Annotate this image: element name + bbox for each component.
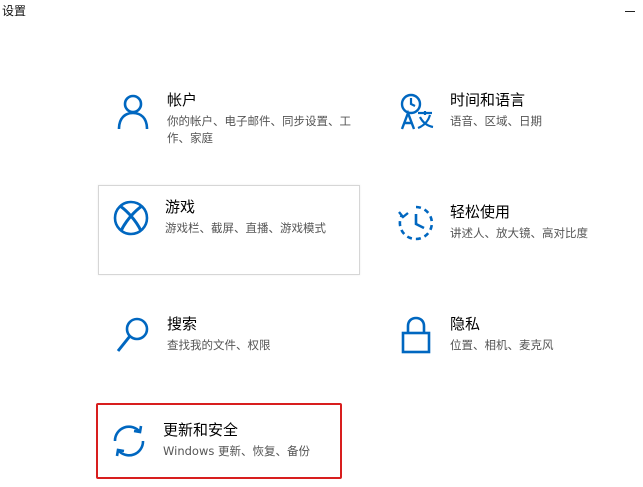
search-icon [113,315,153,355]
settings-window: 设置 帐户 你的帐户、电子邮件、同步设置、工作、家庭 时间和语言 语音、区域、日… [0,0,643,487]
time-language-icon [396,91,436,131]
tile-description: 游戏栏、截屏、直播、游戏模式 [165,221,326,235]
minimize-button[interactable] [613,0,643,24]
lock-icon [396,315,436,355]
tile-ease-of-access[interactable]: 轻松使用 讲述人、放大镜、高对比度 [383,190,643,280]
tile-title: 时间和语言 [450,91,526,109]
tile-description: 位置、相机、麦克风 [450,338,554,352]
title-bar: 设置 [0,0,643,26]
tile-title: 游戏 [165,198,196,216]
sync-icon [109,421,149,461]
tile-update-security[interactable]: 更新和安全 Windows 更新、恢复、备份 [96,403,342,479]
tile-time-language[interactable]: 时间和语言 语音、区域、日期 [383,78,643,168]
tile-search[interactable]: 搜索 查找我的文件、权限 [100,302,362,392]
tile-description: 讲述人、放大镜、高对比度 [450,226,588,240]
window-title: 设置 [2,4,27,18]
ease-of-access-icon [396,203,436,243]
tile-description: 你的帐户、电子邮件、同步设置、工作、家庭 [167,114,351,145]
tile-gaming[interactable]: 游戏 游戏栏、截屏、直播、游戏模式 [98,185,360,275]
tile-accounts[interactable]: 帐户 你的帐户、电子邮件、同步设置、工作、家庭 [100,78,362,168]
person-icon [113,91,153,131]
tile-description: 语音、区域、日期 [450,114,542,128]
tile-description: 查找我的文件、权限 [167,338,271,352]
tile-title: 轻松使用 [450,203,511,221]
tile-privacy[interactable]: 隐私 位置、相机、麦克风 [383,302,643,392]
tile-title: 帐户 [167,91,198,109]
xbox-icon [111,198,151,238]
tile-title: 更新和安全 [163,421,239,439]
tile-title: 搜索 [167,315,198,333]
tile-description: Windows 更新、恢复、备份 [163,444,310,458]
tile-title: 隐私 [450,315,481,333]
